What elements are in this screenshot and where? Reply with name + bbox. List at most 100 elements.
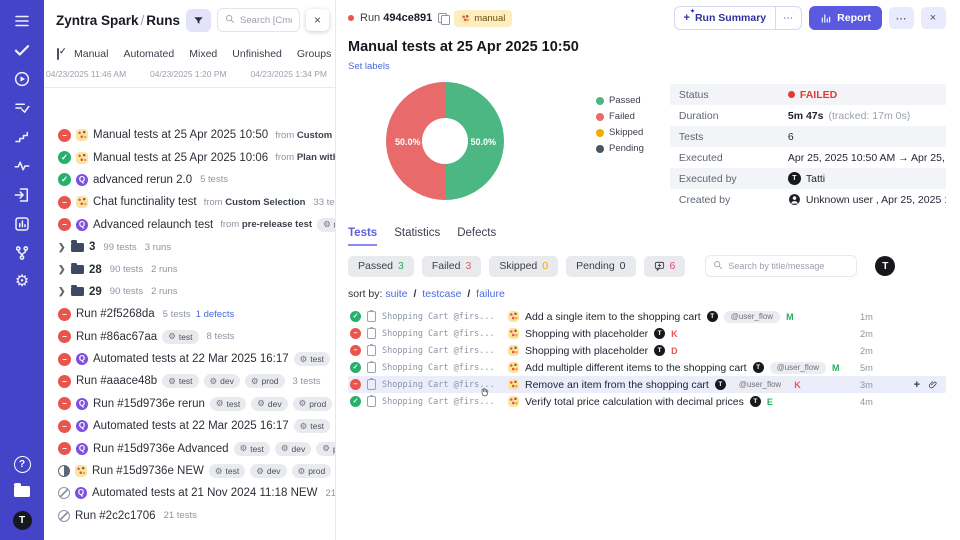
folder-icon bbox=[71, 287, 84, 296]
filter-button[interactable] bbox=[186, 9, 211, 32]
chevron-right-icon[interactable]: ❯ bbox=[58, 286, 66, 297]
chevron-right-icon[interactable]: ❯ bbox=[58, 242, 66, 253]
info-row-tests: Tests6 bbox=[670, 126, 946, 147]
assignee-avatar: T bbox=[750, 396, 761, 407]
runs-tab-unfinished[interactable]: Unfinished bbox=[232, 48, 282, 60]
activity-icon[interactable] bbox=[13, 157, 31, 175]
run-defects-link[interactable]: 1 defects bbox=[196, 309, 235, 320]
runs-tab-manual[interactable]: Manual bbox=[74, 48, 108, 60]
filter-chip-passed[interactable]: Passed3 bbox=[348, 256, 414, 277]
sort-option-failure[interactable]: failure bbox=[473, 288, 505, 300]
tests-search[interactable] bbox=[705, 255, 857, 277]
run-row[interactable]: ✓Qadvanced rerun 2.05 tests bbox=[44, 169, 335, 191]
runs-tab-groups[interactable]: Groups bbox=[297, 48, 331, 60]
report-button[interactable]: Report bbox=[809, 6, 882, 30]
run-row[interactable]: –QAutomated tests at 22 Mar 2025 16:17⚙t… bbox=[44, 415, 335, 437]
test-duration: 4m bbox=[860, 397, 873, 407]
tab-statistics[interactable]: Statistics bbox=[394, 227, 440, 246]
chevron-right-icon[interactable]: ❯ bbox=[58, 264, 66, 275]
steps-icon[interactable] bbox=[13, 128, 31, 146]
sort-option-suite[interactable]: suite bbox=[385, 288, 410, 300]
legend-item-pending: Pending bbox=[596, 143, 644, 154]
status-aborted-icon bbox=[58, 487, 70, 499]
env-tag-dev: ⚙dev bbox=[251, 397, 287, 411]
test-title: Shopping with placeholder bbox=[525, 345, 648, 357]
run-summary-button[interactable]: +✦Run Summary ⋯ bbox=[674, 6, 803, 30]
comments-chip[interactable]: 6 bbox=[644, 256, 686, 277]
env-tag-test: ⚙test bbox=[294, 419, 330, 433]
user-avatar[interactable]: T bbox=[13, 511, 32, 530]
branch-icon[interactable] bbox=[13, 244, 31, 262]
settings-gear-icon[interactable]: ⚙ bbox=[13, 273, 31, 291]
legend-dot bbox=[596, 145, 604, 153]
emoji-run-icon bbox=[461, 14, 470, 23]
legend-item-skipped: Skipped bbox=[596, 127, 644, 138]
sort-option-testcase[interactable]: testcase bbox=[419, 288, 464, 300]
test-runs-icon[interactable] bbox=[13, 186, 31, 204]
filter-chip-failed[interactable]: Failed3 bbox=[422, 256, 481, 277]
author-initial: K bbox=[794, 380, 801, 390]
filter-chip-skipped[interactable]: Skipped0 bbox=[489, 256, 558, 277]
run-row[interactable]: –QAutomated tests at 22 Mar 2025 16:17⚙t… bbox=[44, 348, 335, 370]
test-result-row[interactable]: ✓Shopping Cart @firs...Add a single item… bbox=[348, 308, 946, 325]
close-detail-button[interactable]: × bbox=[921, 7, 946, 29]
runs-panel: Zyntra Spark/Runs × ManualAutomatedMixed… bbox=[44, 0, 336, 540]
assignee-avatar: T bbox=[654, 328, 665, 339]
more-options-button[interactable]: ⋯ bbox=[889, 7, 914, 29]
test-result-row[interactable]: –Shopping Cart @firs...Shopping with pla… bbox=[348, 325, 946, 342]
runs-group-row[interactable]: ❯2890 tests2 runs bbox=[44, 258, 335, 280]
status-failed-icon: – bbox=[58, 330, 71, 343]
help-icon[interactable]: ? bbox=[14, 456, 31, 473]
attachment-icon[interactable] bbox=[928, 380, 938, 390]
run-row[interactable]: ✓Manual tests at 25 Apr 2025 10:06from P… bbox=[44, 146, 335, 168]
run-actions: +✦Run Summary ⋯ Report ⋯ × bbox=[674, 6, 946, 30]
assignee-filter-avatar[interactable]: T bbox=[875, 256, 895, 276]
runs-search-input[interactable] bbox=[240, 15, 292, 26]
test-tag-badge: @user_flow bbox=[732, 379, 788, 391]
test-result-row[interactable]: ✓Shopping Cart @firs...Verify total pric… bbox=[348, 393, 946, 410]
test-title: Add a single item to the shopping cart bbox=[525, 311, 701, 323]
select-all-icon[interactable] bbox=[57, 48, 59, 60]
test-result-row[interactable]: –Shopping Cart @firs...Remove an item fr… bbox=[348, 376, 946, 393]
menu-icon[interactable] bbox=[13, 12, 31, 30]
runs-tab-automated[interactable]: Automated bbox=[123, 48, 174, 60]
test-result-row[interactable]: ✓Shopping Cart @firs...Add multiple diff… bbox=[348, 359, 946, 376]
run-row[interactable]: –Manual tests at 25 Apr 2025 10:50from C… bbox=[44, 124, 335, 146]
list-check-icon[interactable] bbox=[13, 99, 31, 117]
status-failed-icon: – bbox=[58, 442, 71, 455]
run-row[interactable]: –Run #86ac67aa⚙test8 tests bbox=[44, 326, 335, 348]
runs-group-row[interactable]: ❯399 tests3 runs bbox=[44, 236, 335, 258]
run-row[interactable]: –QRun #15d9736e rerun⚙test⚙dev⚙prod5 tes… bbox=[44, 393, 335, 415]
copy-icon[interactable] bbox=[438, 13, 448, 24]
add-result-button[interactable]: + bbox=[914, 379, 920, 391]
runs-group-row[interactable]: ❯2990 tests2 runs bbox=[44, 281, 335, 303]
tab-defects[interactable]: Defects bbox=[457, 227, 496, 246]
runs-tab-mixed[interactable]: Mixed bbox=[189, 48, 217, 60]
run-row[interactable]: Run #15d9736e NEW⚙test⚙dev⚙prod5/5 tests bbox=[44, 460, 335, 482]
run-row[interactable]: QAutomated tests at 21 Nov 2024 11:18 NE… bbox=[44, 482, 335, 504]
automation-run-icon: Q bbox=[76, 398, 88, 410]
tab-tests[interactable]: Tests bbox=[348, 227, 377, 246]
filter-chip-pending[interactable]: Pending0 bbox=[566, 256, 635, 277]
set-labels-link[interactable]: Set labels bbox=[348, 61, 390, 72]
run-row[interactable]: –Run #aaace48b⚙test⚙dev⚙prod3 tests bbox=[44, 370, 335, 392]
info-label: Tests bbox=[670, 131, 788, 143]
assignee-avatar: T bbox=[715, 379, 726, 390]
run-row[interactable]: –Run #2f5268da5 tests1 defects bbox=[44, 303, 335, 325]
runs-play-icon[interactable] bbox=[13, 70, 31, 88]
breadcrumb-project[interactable]: Zyntra Spark bbox=[56, 13, 139, 28]
run-source: from Plan with description 2 bbox=[275, 152, 335, 163]
run-row[interactable]: –QAdvanced relaunch testfrom pre-release… bbox=[44, 214, 335, 236]
run-row[interactable]: –QRun #15d9736e Advanced⚙test⚙dev⚙prod4 … bbox=[44, 437, 335, 459]
run-summary-more-button[interactable]: ⋯ bbox=[775, 7, 801, 29]
run-row[interactable]: Run #2c2c170621 tests bbox=[44, 505, 335, 527]
run-row[interactable]: –Chat functinality testfrom Custom Selec… bbox=[44, 191, 335, 213]
tests-search-input[interactable] bbox=[728, 261, 849, 271]
test-result-row[interactable]: –Shopping Cart @firs...Shopping with pla… bbox=[348, 342, 946, 359]
projects-folder-icon[interactable] bbox=[14, 486, 30, 497]
reports-icon[interactable] bbox=[13, 215, 31, 233]
author-initial: M bbox=[832, 363, 840, 373]
runs-search[interactable] bbox=[217, 8, 300, 32]
panel-close-button[interactable]: × bbox=[306, 9, 329, 31]
check-icon[interactable] bbox=[13, 41, 31, 59]
